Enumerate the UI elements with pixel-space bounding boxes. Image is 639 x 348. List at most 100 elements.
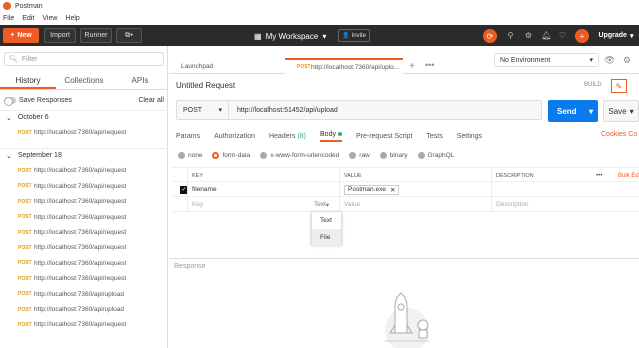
url-bar: POST ▾ http://localhost:51452/api/upload	[176, 100, 542, 120]
edit-pencil-icon[interactable]: ✎	[611, 79, 627, 93]
tab-collections[interactable]: Collections	[56, 72, 112, 89]
astronaut-illustration-icon	[385, 292, 429, 348]
type-select[interactable]: Text ▾	[310, 197, 329, 212]
dropdown-option-text[interactable]: Text	[312, 212, 341, 229]
workspace-switcher[interactable]: ▦ My Workspace ▾	[254, 29, 326, 43]
history-item-url: http://localhost:7360/api/request	[34, 321, 127, 329]
tab-active-request[interactable]: POST http://localhost:7360/api/uplo...	[285, 58, 403, 74]
method-badge: POST	[18, 198, 32, 205]
chevron-down-icon: ▾	[589, 57, 593, 64]
history-item[interactable]: POST http://localhost:7360/api/request	[0, 225, 168, 240]
history-group-header[interactable]: ⌄ October 6	[0, 110, 168, 124]
history-item-url: http://localhost:7360/api/request	[34, 167, 127, 175]
history-item-url: http://localhost:7360/api/upload	[34, 306, 124, 313]
new-window-button[interactable]: ⧉▾	[116, 28, 142, 43]
request-title[interactable]: Untitled Request	[176, 81, 235, 90]
history-item[interactable]: POST http://localhost:7360/api/request	[0, 271, 168, 286]
request-section-tabs: Params Authorization Headers (8) Body Pr…	[176, 130, 496, 142]
history-item[interactable]: POST http://localhost:7360/api/request	[0, 240, 168, 255]
tab-apis[interactable]: APIs	[112, 72, 168, 89]
description-input[interactable]: Description	[492, 197, 529, 212]
new-button[interactable]: + New	[3, 28, 39, 43]
value-input[interactable]: Value	[340, 197, 360, 212]
chevron-down-icon[interactable]: ▾	[589, 107, 593, 116]
sync-icon[interactable]: ⟳	[483, 29, 497, 43]
tab-launchpad[interactable]: Launchpad	[169, 58, 285, 74]
tab-authorization[interactable]: Authorization	[214, 130, 255, 142]
key-cell[interactable]: filename	[188, 182, 217, 197]
column-divider	[491, 167, 492, 213]
avatar[interactable]: +	[575, 29, 589, 43]
clear-all-link[interactable]: Clear all	[138, 97, 164, 104]
heart-icon[interactable]: ♡	[557, 30, 568, 41]
invite-button[interactable]: 👤 Invite	[338, 29, 370, 42]
search-icon: 🔍︎	[9, 56, 18, 63]
radio-raw[interactable]: raw	[349, 150, 370, 160]
radio-x-www-form-urlencoded[interactable]: x-www-form-urlencoded	[260, 150, 339, 160]
history-item[interactable]: POST http://localhost:7360/api/request	[0, 256, 168, 271]
history-item[interactable]: POST http://localhost:7360/api/request	[0, 210, 168, 225]
tab-body[interactable]: Body	[320, 130, 342, 142]
type-dropdown-menu: Text File	[311, 211, 342, 246]
settings-icon[interactable]: ⚙	[523, 30, 534, 41]
history-item[interactable]: POST http://localhost:7360/api/upload	[0, 287, 168, 302]
satellite-icon[interactable]: ⚲	[505, 30, 516, 41]
save-button[interactable]: Save ▾	[603, 100, 639, 122]
app-title: Postman	[15, 2, 43, 10]
radio-none[interactable]: none	[178, 150, 202, 160]
import-button[interactable]: Import	[44, 28, 76, 43]
method-badge: POST	[18, 244, 32, 251]
close-icon[interactable]: ✕	[390, 186, 395, 194]
tab-tests[interactable]: Tests	[426, 130, 442, 142]
history-item[interactable]: POST http://localhost:7360/api/request	[0, 179, 168, 194]
menu-help[interactable]: Help	[65, 15, 79, 22]
column-divider	[187, 167, 188, 213]
history-item[interactable]: POST http://localhost:7360/api/request	[0, 317, 168, 332]
history-item[interactable]: POST http://localhost:7360/api/request	[0, 163, 168, 178]
history-item-url: http://localhost:7360/api/request	[34, 244, 127, 252]
send-button[interactable]: Send ▾	[548, 100, 598, 122]
url-input[interactable]: http://localhost:51452/api/upload	[229, 107, 338, 114]
response-divider[interactable]	[169, 258, 639, 259]
dropdown-option-file[interactable]: File	[312, 229, 341, 246]
tab-pre-request-script[interactable]: Pre-request Script	[356, 130, 412, 142]
bulk-edit-link[interactable]: Bulk Edit	[614, 168, 639, 183]
radio-graphql[interactable]: GraphQL	[417, 150, 454, 160]
table-row-placeholder: Key Text ▾ Value Description	[172, 197, 639, 212]
upgrade-button[interactable]: Upgrade ▾	[596, 29, 636, 42]
tab-settings[interactable]: Settings	[457, 130, 482, 142]
runner-button[interactable]: Runner	[80, 28, 112, 43]
method-badge: POST	[18, 275, 32, 282]
history-item[interactable]: POST http://localhost:7360/api/upload	[0, 302, 168, 317]
history-item-url: http://localhost:7360/api/request	[34, 213, 127, 221]
cookies-link[interactable]: Cookies Co	[601, 131, 637, 138]
eye-icon[interactable]: 👁︎	[604, 55, 615, 66]
method-select[interactable]: POST ▾	[177, 101, 229, 119]
environment-select[interactable]: No Environment ▾	[494, 53, 599, 67]
chevron-down-icon: ▾	[629, 32, 634, 40]
tab-params[interactable]: Params	[176, 130, 200, 142]
response-label: Response	[174, 263, 206, 270]
more-options-icon[interactable]: •••	[592, 168, 602, 183]
menu-view[interactable]: View	[42, 15, 57, 22]
history-item[interactable]: POST http://localhost:7360/api/request	[0, 194, 168, 209]
file-chip: Postman.exe ✕	[344, 184, 400, 195]
more-tabs-icon[interactable]: •••	[425, 60, 434, 70]
history-item-url: http://localhost:7360/api/request	[34, 259, 127, 267]
save-responses-toggle[interactable]	[4, 96, 16, 106]
filter-input[interactable]: 🔍︎ Filter	[4, 52, 164, 66]
menu-file[interactable]: File	[3, 15, 14, 22]
key-input[interactable]: Key	[188, 197, 203, 212]
column-divider	[339, 167, 340, 213]
method-badge: POST	[18, 214, 32, 221]
gear-icon[interactable]: ⚙	[623, 55, 631, 66]
radio-binary[interactable]: binary	[379, 150, 408, 160]
bell-icon[interactable]: 🔔︎	[541, 30, 552, 41]
menu-edit[interactable]: Edit	[22, 15, 34, 22]
tab-headers[interactable]: Headers (8)	[269, 130, 306, 142]
tab-history[interactable]: History	[0, 72, 56, 89]
radio-form-data[interactable]: form-data	[212, 150, 250, 160]
add-tab-icon[interactable]: +	[409, 61, 415, 72]
history-group-header[interactable]: ⌄ September 18	[0, 148, 168, 162]
history-item[interactable]: POST http://localhost:7360/api/request	[0, 125, 168, 140]
